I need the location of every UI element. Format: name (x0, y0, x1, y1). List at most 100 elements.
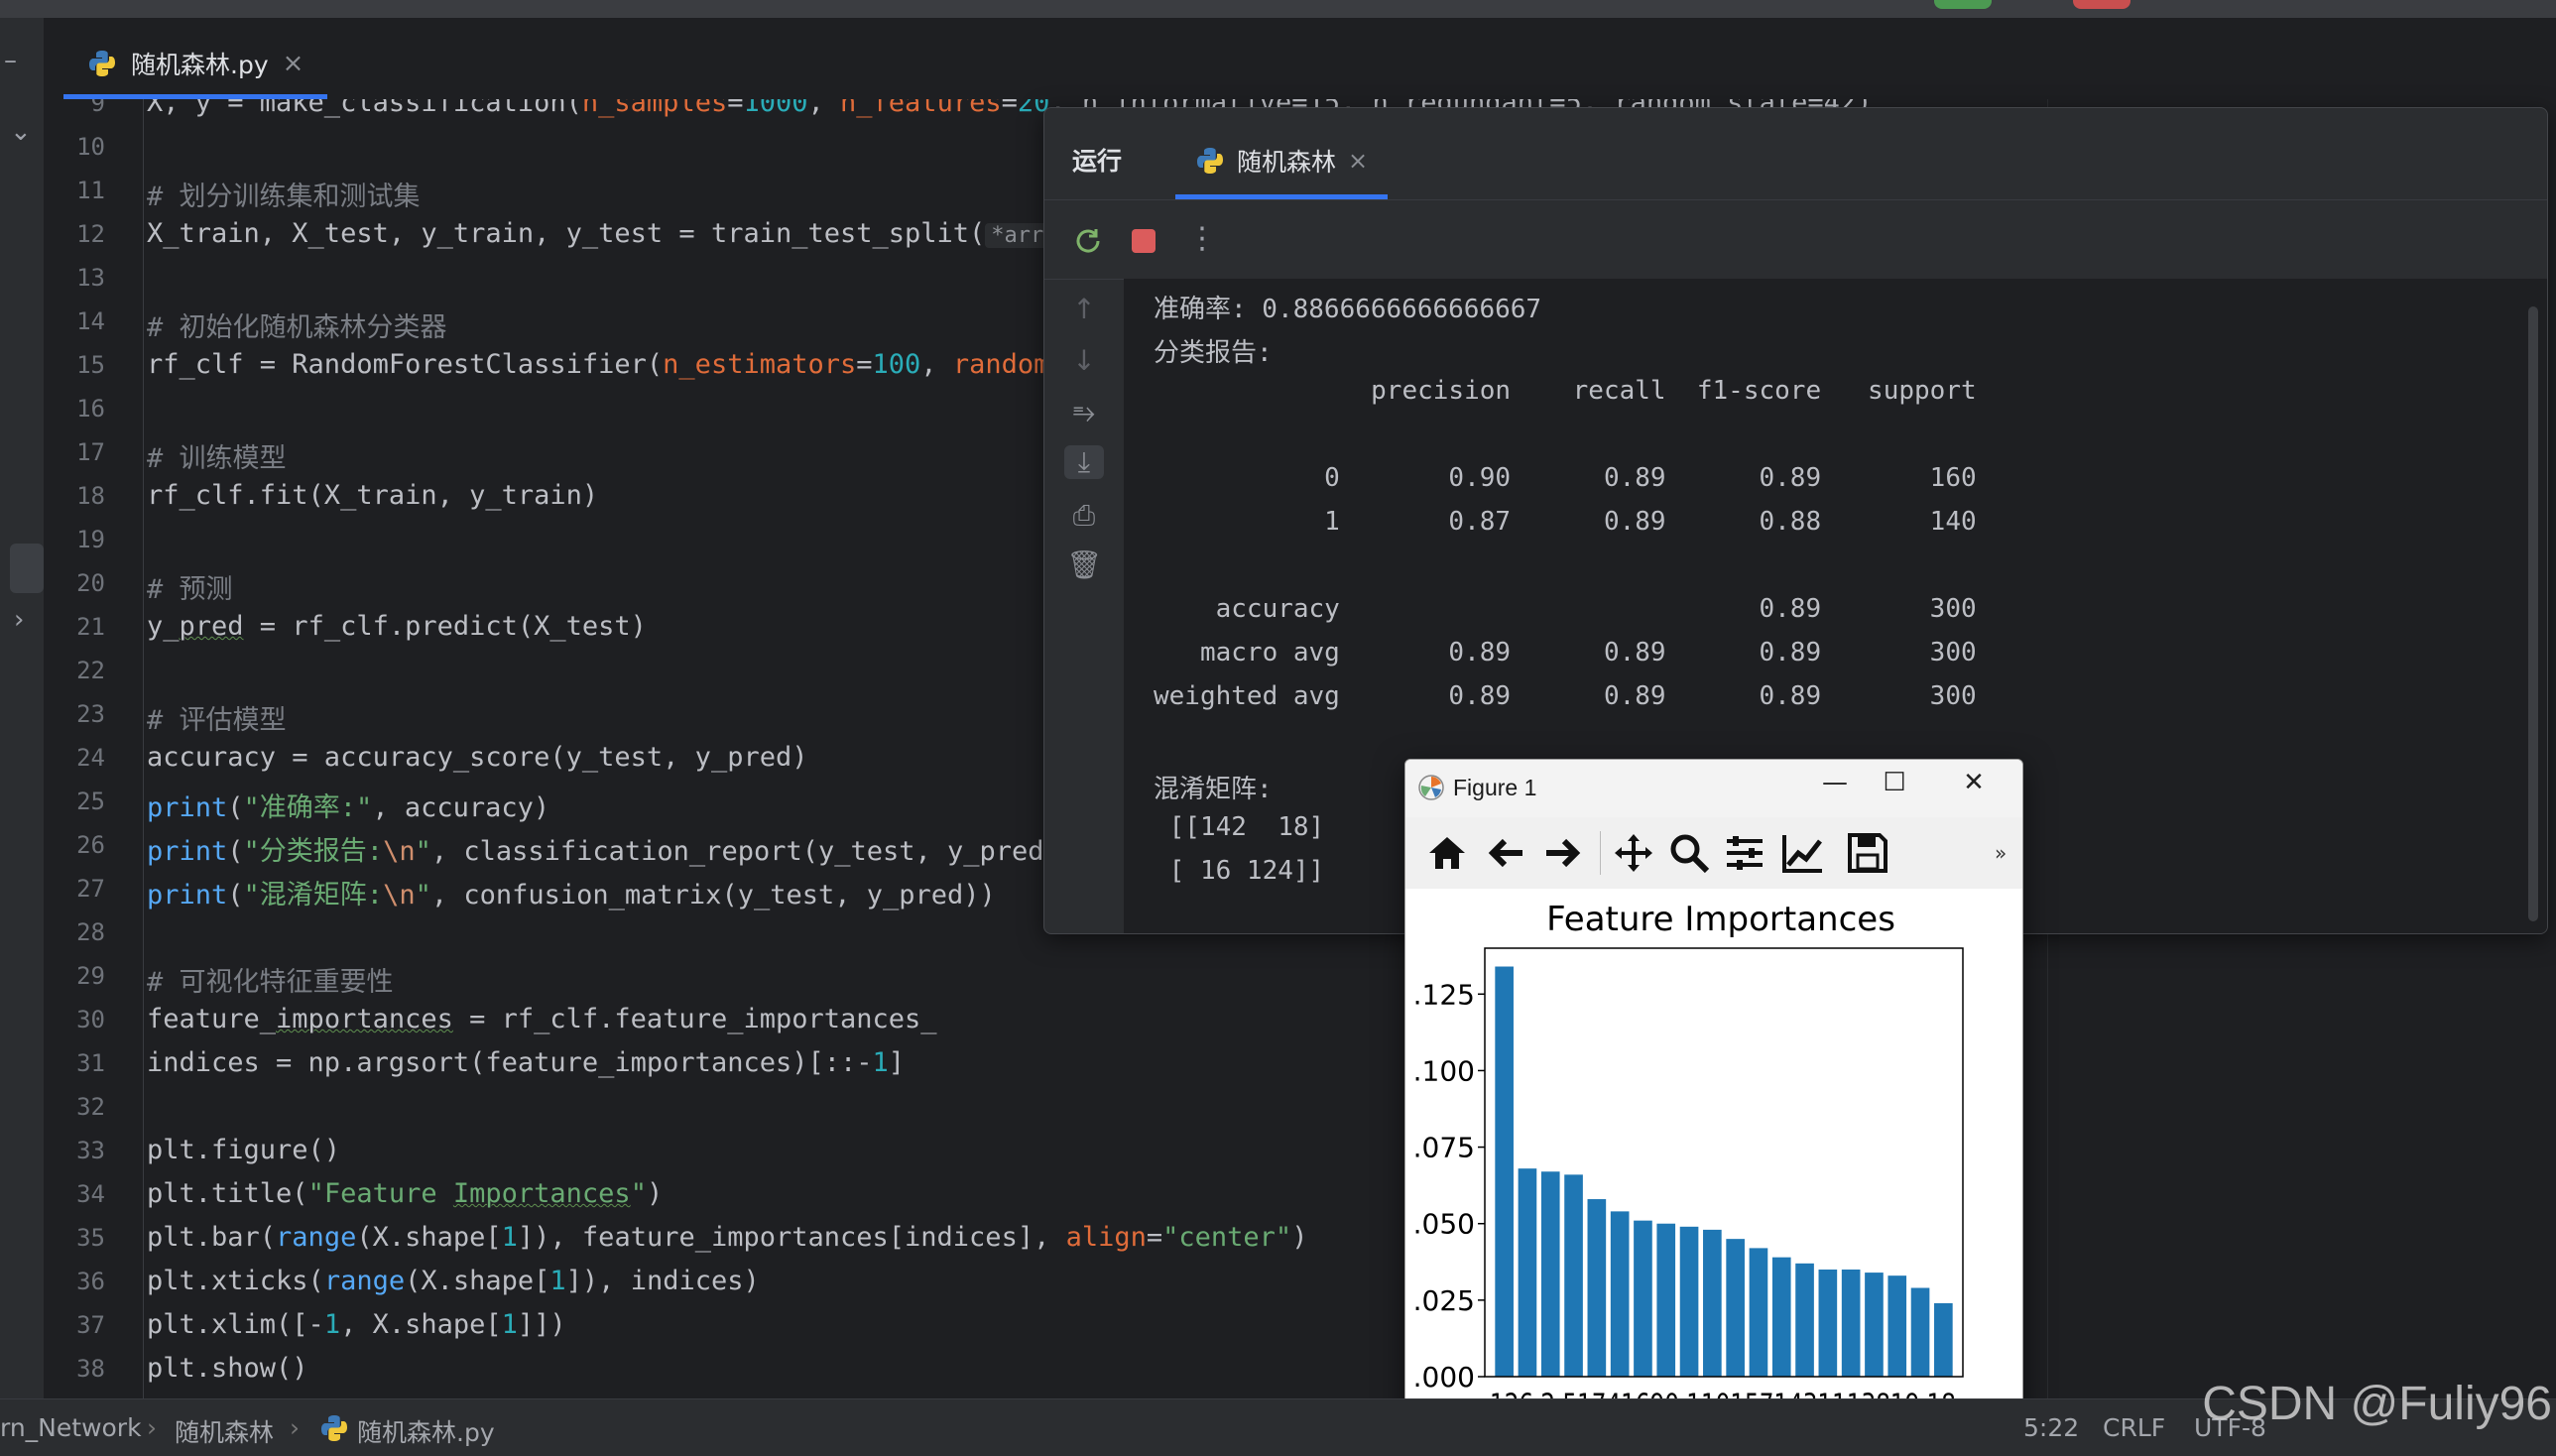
top-red-tab[interactable] (2073, 0, 2130, 9)
console-line: 0 0.90 0.89 0.89 160 (1154, 463, 1977, 493)
toolbar-overflow-icon[interactable]: » (1995, 841, 2007, 865)
chevron-right-icon[interactable]: › (14, 605, 24, 635)
breadcrumb-project[interactable]: rn_Network (0, 1413, 142, 1442)
scroll-to-end-icon[interactable]: ⤓ (1064, 445, 1104, 479)
console-scrollbar[interactable] (2528, 306, 2538, 921)
bar-feature-18 (1934, 1302, 1953, 1377)
figure-toolbar: » (1405, 817, 2022, 890)
code-line-21[interactable]: y_pred = rf_clf.predict(X_test) (147, 611, 647, 642)
line-separator[interactable]: CRLF (2103, 1413, 2165, 1442)
code-line-25[interactable]: print("准确率:", accuracy) (147, 786, 549, 824)
line-number: 35 (76, 1224, 105, 1252)
bar-feature-9 (1656, 1223, 1676, 1377)
trash-icon[interactable]: 🗑 (1064, 548, 1104, 581)
code-line-14[interactable]: # 初始化随机森林分类器 (147, 305, 447, 344)
run-tab-close-icon[interactable]: × (1348, 147, 1368, 175)
zoom-magnifier-icon[interactable] (1667, 831, 1711, 875)
close-icon[interactable]: × (283, 49, 304, 78)
bar-feature-13 (1865, 1273, 1884, 1377)
configure-subplots-icon[interactable] (1723, 831, 1766, 875)
matplotlib-logo-icon (1418, 775, 1444, 800)
window-top-strip (0, 0, 2556, 18)
code-line-17[interactable]: # 训练模型 (147, 436, 287, 475)
y-tick-label: .000 (1413, 1361, 1475, 1394)
bar-feature-11 (1841, 1270, 1861, 1377)
pan-move-icon[interactable] (1612, 831, 1655, 875)
y-tick-label: .050 (1413, 1208, 1475, 1241)
code-line-31[interactable]: indices = np.argsort(feature_importances… (147, 1047, 905, 1078)
back-arrow-icon[interactable] (1485, 831, 1528, 875)
minimize-window-button[interactable]: — (1810, 768, 1860, 807)
line-number: 34 (76, 1180, 105, 1208)
toolbar-separator (1600, 831, 1601, 875)
code-line-30[interactable]: feature_importances = rf_clf.feature_imp… (147, 1004, 937, 1034)
console-line: weighted avg 0.89 0.89 0.89 300 (1154, 681, 1977, 711)
status-bar: rn_Network › 随机森林 › 随机森林.py 5:22 CRLF UT… (0, 1398, 2556, 1456)
print-icon[interactable]: ⎙ (1064, 499, 1104, 533)
bar-feature-7 (1771, 1257, 1791, 1377)
soft-wrap-icon[interactable]: ⥱ (1064, 396, 1104, 429)
line-number: 30 (76, 1006, 105, 1033)
top-green-tab[interactable] (1934, 0, 1992, 9)
rerun-icon[interactable] (1072, 225, 1104, 257)
code-line-35[interactable]: plt.bar(range(X.shape[1]), feature_impor… (147, 1222, 1307, 1253)
y-tick-label: .100 (1413, 1054, 1475, 1087)
arrow-up-icon[interactable]: ↑ (1064, 293, 1104, 325)
code-line-11[interactable]: # 划分训练集和测试集 (147, 175, 421, 213)
code-line-33[interactable]: plt.figure() (147, 1135, 340, 1165)
code-line-37[interactable]: plt.xlim([-1, X.shape[1]]) (147, 1309, 566, 1340)
code-line-18[interactable]: rf_clf.fit(X_train, y_train) (147, 480, 598, 511)
line-number: 28 (76, 918, 105, 946)
line-number: 25 (76, 788, 105, 815)
close-window-button[interactable]: ✕ (1949, 768, 1999, 807)
code-line-27[interactable]: print("混淆矩阵:\n", confusion_matrix(y_test… (147, 873, 996, 911)
bar-feature-8 (1887, 1275, 1907, 1377)
code-line-36[interactable]: plt.xticks(range(X.shape[1]), indices) (147, 1266, 760, 1296)
console-line: accuracy 0.89 300 (1154, 594, 1977, 624)
line-number: 27 (76, 875, 105, 903)
run-tab-random-forest[interactable]: 随机森林 × (1175, 126, 1389, 199)
code-line-38[interactable]: plt.show() (147, 1353, 308, 1384)
figure-canvas[interactable]: Feature Importances .000 .025 .050 .075 .100… (1405, 889, 2022, 1439)
console-line: 分类报告: (1154, 338, 1273, 368)
chevron-down-icon[interactable]: ⌄ (10, 117, 32, 147)
code-line-23[interactable]: # 评估模型 (147, 698, 287, 737)
save-figure-icon[interactable] (1846, 831, 1889, 875)
stop-icon[interactable] (1132, 229, 1156, 253)
code-line-34[interactable]: plt.title("Feature Importances") (147, 1178, 663, 1209)
left-tool-strip: – ⌄ › (0, 18, 44, 1398)
code-line-20[interactable]: # 预测 (147, 567, 233, 606)
arrow-down-icon[interactable]: ↓ (1064, 344, 1104, 377)
maximize-window-button[interactable]: ☐ (1870, 768, 1919, 807)
code-line-29[interactable]: # 可视化特征重要性 (147, 960, 394, 999)
edit-axes-icon[interactable] (1780, 831, 1824, 875)
matplotlib-figure-window[interactable]: Figure 1 — ☐ ✕ » Feature Importances .00… (1404, 759, 2023, 1440)
home-icon[interactable] (1425, 831, 1469, 875)
bar-feature-4 (1610, 1211, 1630, 1377)
breadcrumb-folder[interactable]: 随机森林 (175, 1413, 274, 1449)
bar-feature-19 (1910, 1287, 1930, 1377)
code-line-24[interactable]: accuracy = accuracy_score(y_test, y_pred… (147, 742, 807, 773)
breadcrumb-file[interactable]: 随机森林.py (357, 1413, 495, 1449)
line-number: 10 (76, 133, 105, 161)
run-tab-label: 随机森林 (1237, 147, 1337, 177)
minimize-icon[interactable]: – (4, 46, 17, 75)
more-options-icon[interactable]: ⋮ (1187, 221, 1217, 256)
code-line-15[interactable]: rf_clf = RandomForestClassifier(n_estima… (147, 349, 1066, 380)
code-line-26[interactable]: print("分类报告:\n", classification_report(y… (147, 829, 1060, 868)
forward-arrow-icon[interactable] (1540, 831, 1584, 875)
bar-feature-10 (1726, 1239, 1745, 1377)
bar-feature-3 (1818, 1270, 1838, 1377)
python-file-icon (321, 1415, 347, 1441)
bar-feature-14 (1795, 1263, 1814, 1377)
code-line-12[interactable]: X_train, X_test, y_train, y_test = train… (147, 218, 1089, 249)
bar-feature-16 (1634, 1220, 1652, 1377)
console-line: 混淆矩阵: (1154, 775, 1273, 804)
breadcrumb-separator: › (290, 1413, 300, 1442)
line-number: 29 (76, 962, 105, 990)
tab-random-forest-py[interactable]: 随机森林.py × (63, 32, 328, 99)
line-number: 31 (76, 1049, 105, 1077)
line-number: 13 (76, 264, 105, 292)
indent-guide (143, 99, 144, 1398)
caret-position[interactable]: 5:22 (2023, 1413, 2079, 1442)
